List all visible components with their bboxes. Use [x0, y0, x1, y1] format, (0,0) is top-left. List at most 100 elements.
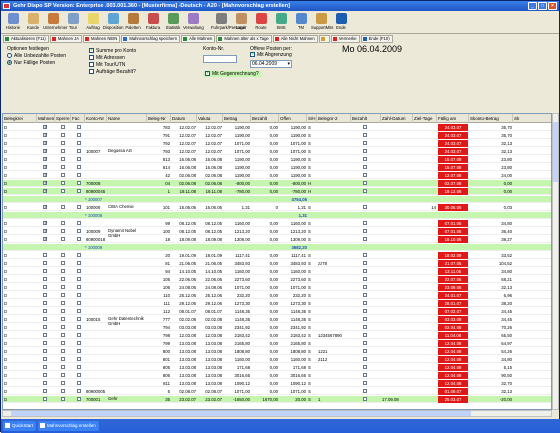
sperre-checkbox[interactable]	[61, 221, 65, 225]
fac-checkbox[interactable]	[77, 157, 81, 161]
mahnen-checkbox[interactable]	[43, 341, 47, 345]
sperre-checkbox[interactable]	[61, 253, 65, 257]
toolbar-button-auftrag[interactable]: Auftrag	[83, 11, 103, 33]
table-row[interactable]: D 105 22.06.06 22.06.06 2273,60 0,00 2273,60 S 2…	[3, 276, 551, 283]
mahnen-checkbox[interactable]	[43, 204, 48, 210]
column-header[interactable]: Zahl-Datum	[381, 114, 413, 123]
fac-checkbox[interactable]	[77, 301, 81, 305]
check-orders-paid[interactable]: Aufträge Bezahlt?	[89, 69, 136, 75]
bezahlt-checkbox[interactable]	[363, 277, 367, 281]
sperre-checkbox[interactable]	[61, 229, 65, 233]
mahnen-checkbox[interactable]	[43, 365, 47, 369]
table-row[interactable]: D 806 13.03.08 13.03.08 3016,65 0,00 3016,65 S 1…	[3, 372, 551, 379]
sperre-checkbox[interactable]	[61, 325, 65, 329]
bezahlt-checkbox[interactable]	[363, 389, 367, 393]
action-button-mahnen-nein[interactable]: Mahnen NEIN	[83, 35, 121, 43]
account-number-input[interactable]	[203, 55, 237, 63]
table-row[interactable]: D 81 21.06.05 21.06.05 3483,93 0,00 3483,93 Szz…	[3, 260, 551, 267]
table-row[interactable]: D4202.06.0802.06.081190,000,001190,00S12…	[3, 172, 551, 179]
table-row[interactable]: D 110 25.12.06 25.12.06 232,20 0,00 232,20 S 24.…	[3, 292, 551, 299]
column-header[interactable]: Skonto-Betrag	[469, 114, 513, 123]
fac-checkbox[interactable]	[77, 133, 81, 137]
toolbar-button-unternehmer[interactable]: Unternehmer	[43, 11, 67, 33]
check-with-offset[interactable]: Mit Gegenrechnung?	[203, 70, 261, 77]
mahnen-checkbox[interactable]	[43, 293, 47, 297]
column-header[interactable]: Offen	[279, 114, 307, 123]
table-row[interactable]: D81316.06.0816.06.081190,000,001190,00S1…	[3, 156, 551, 163]
sperre-checkbox[interactable]	[61, 237, 65, 241]
bezahlt-checkbox[interactable]	[363, 341, 367, 345]
toolbar-button-ende[interactable]: Ende	[331, 11, 351, 33]
fac-checkbox[interactable]	[77, 373, 81, 377]
sperre-checkbox[interactable]	[61, 157, 65, 161]
table-row[interactable]: D 700008 04 02.06.08 02.06.08 -800,00 0,00 -800…	[3, 180, 551, 187]
mahnen-checkbox[interactable]	[43, 188, 48, 194]
action-button-icon[interactable]	[318, 35, 330, 43]
fac-checkbox[interactable]	[77, 397, 81, 401]
mahnen-checkbox[interactable]	[43, 132, 48, 138]
minimize-button[interactable]: _	[528, 2, 537, 10]
sperre-checkbox[interactable]	[61, 357, 65, 361]
bezahlt-checkbox[interactable]	[363, 237, 367, 241]
mahnen-checkbox[interactable]	[43, 277, 47, 281]
check-with-tour[interactable]: Mit Tour/UTN	[89, 62, 125, 68]
bezahlt-checkbox[interactable]	[363, 229, 367, 233]
toolbar-button-route[interactable]: Route	[251, 11, 271, 33]
table-row[interactable]: D 94 14.10.05 14.10.05 1160,00 0,00 1160,00 S 13…	[3, 268, 551, 275]
mahnen-checkbox[interactable]	[43, 253, 47, 257]
column-header[interactable]: Ziel-Tage	[413, 114, 437, 123]
check-with-addresses[interactable]: Mit Adressen	[89, 55, 125, 61]
bezahlt-checkbox[interactable]	[363, 397, 367, 401]
toolbar-button-paletten[interactable]: Paletten	[123, 11, 143, 33]
sperre-checkbox[interactable]	[61, 341, 65, 345]
fac-checkbox[interactable]	[77, 125, 81, 129]
bezahlt-checkbox[interactable]	[363, 293, 367, 297]
mahnen-checkbox[interactable]	[43, 309, 47, 313]
sperre-checkbox[interactable]	[61, 301, 65, 305]
fac-checkbox[interactable]	[77, 285, 81, 289]
mahnen-checkbox[interactable]	[43, 236, 48, 242]
bezahlt-checkbox[interactable]	[363, 205, 367, 209]
bezahlt-checkbox[interactable]	[363, 261, 367, 265]
sperre-checkbox[interactable]	[61, 149, 65, 153]
sperre-checkbox[interactable]	[61, 309, 65, 313]
sperre-checkbox[interactable]	[61, 133, 65, 137]
toolbar-button-lager[interactable]: Lager	[231, 11, 251, 33]
mahnen-checkbox[interactable]	[43, 373, 47, 377]
bezahlt-checkbox[interactable]	[363, 189, 367, 193]
fac-checkbox[interactable]	[77, 141, 81, 145]
table-row[interactable]: D 80900018 18 18.09.08 18.09.08 1309,00 0,00 13…	[3, 236, 551, 243]
fac-checkbox[interactable]	[77, 237, 81, 241]
sperre-checkbox[interactable]	[61, 261, 65, 265]
action-button-ende-f10-[interactable]: Ende (F10)	[360, 35, 393, 43]
fac-checkbox[interactable]	[77, 165, 81, 169]
mahnen-checkbox[interactable]	[43, 301, 47, 305]
fac-checkbox[interactable]	[77, 221, 81, 225]
fac-checkbox[interactable]	[77, 149, 81, 153]
column-header[interactable]: Valuta	[197, 114, 223, 123]
column-header[interactable]: Beleg-Nr	[147, 114, 171, 123]
mahnen-checkbox[interactable]	[43, 148, 48, 154]
sperre-checkbox[interactable]	[61, 373, 65, 377]
check-sum-per-account[interactable]: Summe pro Konto	[89, 47, 136, 54]
column-header[interactable]: Fac	[71, 114, 85, 123]
sperre-checkbox[interactable]	[61, 173, 65, 177]
sperre-checkbox[interactable]	[61, 125, 65, 129]
bezahlt-checkbox[interactable]	[363, 373, 367, 377]
bezahlt-checkbox[interactable]	[363, 357, 367, 361]
sperre-checkbox[interactable]	[61, 189, 65, 193]
action-button-aktualisieren-f11-[interactable]: Aktualisieren (F11)	[3, 35, 49, 43]
option-all-unpaid[interactable]: Alle Unbezahlte Posten	[7, 53, 66, 59]
fac-checkbox[interactable]	[77, 389, 81, 393]
mahnen-checkbox[interactable]	[43, 317, 47, 321]
mahnen-checkbox[interactable]	[43, 333, 47, 337]
action-button-mahnen-lter-als-x-tage[interactable]: Mahnen älter als x Tage	[216, 35, 272, 43]
bezahlt-checkbox[interactable]	[363, 317, 367, 321]
bezahlt-checkbox[interactable]	[363, 301, 367, 305]
fac-checkbox[interactable]	[77, 173, 81, 177]
bezahlt-checkbox[interactable]	[363, 165, 367, 169]
bezahlt-checkbox[interactable]	[363, 141, 367, 145]
fac-checkbox[interactable]	[77, 205, 81, 209]
horizontal-scrollbar[interactable]	[2, 410, 552, 417]
table-row[interactable]: D79112.02.0712.02.071190,000,001190,00S2…	[3, 132, 551, 139]
